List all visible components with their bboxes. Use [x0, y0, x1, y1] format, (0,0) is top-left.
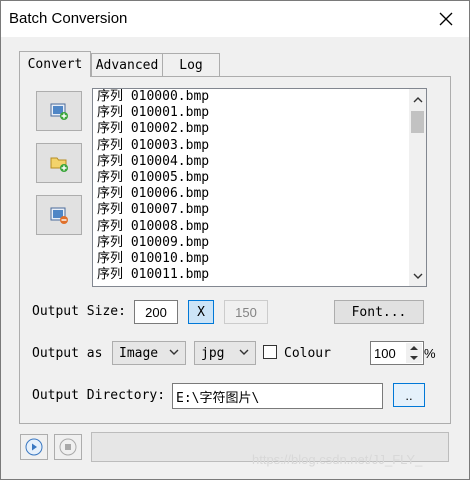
font-button[interactable]: Font... — [334, 300, 424, 324]
file-list[interactable]: 序列 010000.bmp 序列 010001.bmp 序列 010002.bmp 序… — [92, 88, 427, 287]
output-mode-value: Image — [119, 345, 159, 361]
add-folder-button[interactable] — [36, 143, 82, 183]
file-list-item[interactable]: 序列 010005.bmp — [93, 170, 426, 186]
output-directory-input[interactable]: E:\字符图片\ — [172, 383, 383, 409]
stop-button[interactable] — [54, 434, 82, 460]
browse-directory-button[interactable]: .. — [393, 383, 425, 407]
chevron-down-icon — [413, 273, 422, 279]
file-list-item[interactable]: 序列 010009.bmp — [93, 235, 426, 251]
file-list-item[interactable]: 序列 010006.bmp — [93, 186, 426, 202]
aspect-lock-toggle[interactable]: X — [188, 300, 214, 324]
quality-value: 100 — [374, 345, 396, 361]
tab-convert[interactable]: Convert — [19, 51, 91, 77]
start-button[interactable] — [20, 434, 48, 460]
output-directory-label: Output Directory: — [32, 388, 166, 403]
scroll-up-button[interactable] — [409, 91, 426, 108]
spin-up-icon[interactable] — [406, 343, 422, 353]
tab-log[interactable]: Log — [162, 53, 220, 77]
output-height-input[interactable]: 150 — [224, 300, 268, 324]
output-format-value: jpg — [201, 345, 225, 361]
file-list-rows: 序列 010000.bmp 序列 010001.bmp 序列 010002.bmp 序… — [93, 89, 426, 283]
close-button[interactable] — [429, 5, 463, 33]
title-bar: Batch Conversion — [1, 1, 469, 37]
colour-checkbox[interactable] — [263, 345, 277, 359]
output-width-input[interactable]: 200 — [134, 300, 178, 324]
spin-down-icon[interactable] — [406, 353, 422, 363]
remove-file-icon — [50, 207, 68, 224]
remove-file-button[interactable] — [36, 195, 82, 235]
file-list-item[interactable]: 序列 010004.bmp — [93, 154, 426, 170]
add-files-button[interactable] — [36, 91, 82, 131]
output-size-label: Output Size: — [32, 304, 126, 319]
chevron-down-icon — [239, 349, 249, 355]
colour-label: Colour — [284, 346, 331, 361]
watermark-text: https://blog.csdn.net/JJ_FLY_ — [252, 452, 423, 467]
file-list-scrollbar[interactable] — [409, 89, 426, 286]
add-folder-icon — [50, 157, 68, 172]
scroll-thumb[interactable] — [411, 111, 424, 133]
file-list-item[interactable]: 序列 010007.bmp — [93, 202, 426, 218]
file-list-item[interactable]: 序列 010011.bmp — [93, 267, 426, 283]
quality-spinner[interactable]: 100 — [370, 341, 424, 365]
close-icon — [439, 12, 453, 26]
output-as-label: Output as — [32, 346, 103, 361]
file-list-item[interactable]: 序列 010008.bmp — [93, 219, 426, 235]
chevron-up-icon — [413, 96, 422, 102]
chevron-down-icon — [169, 349, 179, 355]
scroll-down-button[interactable] — [409, 267, 426, 284]
file-list-item[interactable]: 序列 010003.bmp — [93, 138, 426, 154]
window-title: Batch Conversion — [9, 10, 128, 27]
stop-icon — [59, 438, 77, 456]
quality-stepper[interactable] — [406, 343, 422, 363]
quality-unit: % — [424, 346, 436, 361]
file-list-item[interactable]: 序列 010000.bmp — [93, 89, 426, 105]
file-list-item[interactable]: 序列 010002.bmp — [93, 121, 426, 137]
tab-advanced[interactable]: Advanced — [91, 53, 163, 77]
output-mode-select[interactable]: Image — [112, 341, 186, 365]
play-icon — [25, 438, 43, 456]
output-format-select[interactable]: jpg — [194, 341, 256, 365]
file-list-item[interactable]: 序列 010001.bmp — [93, 105, 426, 121]
file-list-item[interactable]: 序列 010010.bmp — [93, 251, 426, 267]
add-files-icon — [50, 103, 68, 120]
